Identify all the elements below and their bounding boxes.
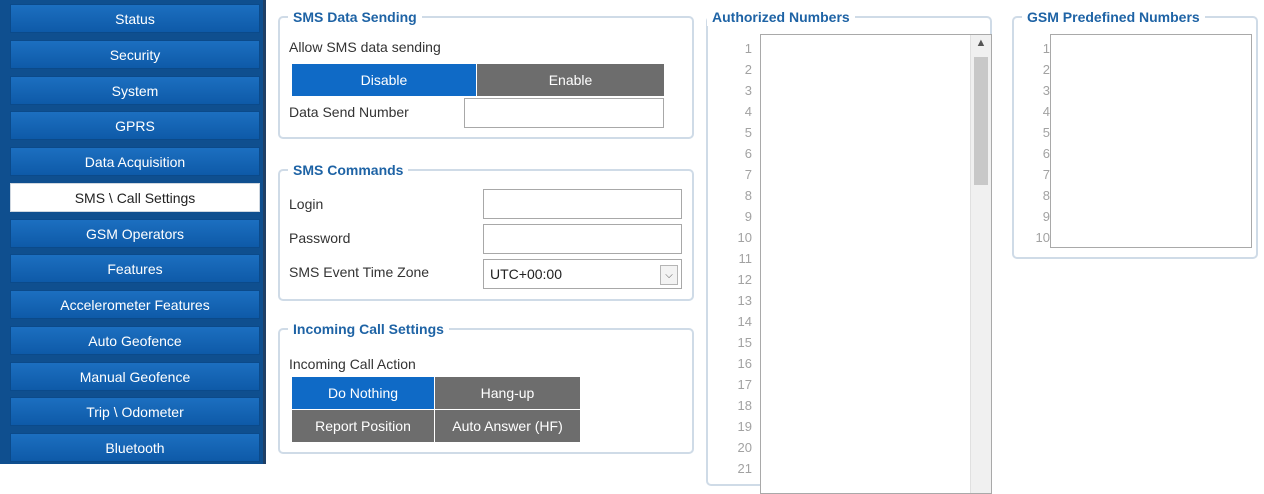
line-number: 2 xyxy=(1042,62,1050,77)
sidebar-item-gprs[interactable]: GPRS xyxy=(10,111,260,140)
disable-button[interactable]: Disable xyxy=(292,64,476,96)
line-number: 10 xyxy=(737,230,752,245)
line-number: 2 xyxy=(744,62,752,77)
authorized-scrollbar[interactable]: ▲ xyxy=(970,35,991,493)
login-label: Login xyxy=(289,196,324,212)
timezone-label: SMS Event Time Zone xyxy=(289,264,430,280)
line-number: 10 xyxy=(1035,230,1050,245)
allow-sms-label: Allow SMS data sending xyxy=(289,39,441,55)
line-number: 8 xyxy=(1042,188,1050,203)
line-number: 18 xyxy=(737,398,752,413)
data-send-number-input[interactable] xyxy=(464,98,664,128)
line-number: 4 xyxy=(1042,104,1050,119)
sidebar-item-security[interactable]: Security xyxy=(10,40,260,69)
auto-answer-button[interactable]: Auto Answer (HF) xyxy=(435,410,580,442)
login-input[interactable] xyxy=(483,189,682,219)
line-number: 8 xyxy=(744,188,752,203)
line-number: 7 xyxy=(744,167,752,182)
scroll-thumb[interactable] xyxy=(974,57,988,185)
sidebar-item-data-acquisition[interactable]: Data Acquisition xyxy=(10,147,260,176)
timezone-select[interactable]: UTC+00:00 ⌵ xyxy=(483,259,682,289)
report-position-button[interactable]: Report Position xyxy=(292,410,434,442)
line-number: 9 xyxy=(1042,209,1050,224)
password-input[interactable] xyxy=(483,224,682,254)
authorized-numbers-title: Authorized Numbers xyxy=(707,8,855,26)
line-number: 20 xyxy=(737,440,752,455)
gsm-predefined-title: GSM Predefined Numbers xyxy=(1022,8,1205,26)
sidebar-item-accelerometer-features[interactable]: Accelerometer Features xyxy=(10,290,260,319)
gsm-predefined-group: GSM Predefined Numbers 1 2 3 4 5 6 7 8 9 10 xyxy=(1012,8,1258,259)
sms-commands-title: SMS Commands xyxy=(288,161,409,179)
line-number: 11 xyxy=(738,251,753,266)
sidebar-item-status[interactable]: Status xyxy=(10,4,260,33)
line-number: 5 xyxy=(744,125,752,140)
chevron-up-icon[interactable]: ▲ xyxy=(971,37,991,55)
line-number: 4 xyxy=(744,104,752,119)
sidebar-item-system[interactable]: System xyxy=(10,76,260,105)
line-number: 16 xyxy=(737,356,752,371)
sidebar-item-manual-geofence[interactable]: Manual Geofence xyxy=(10,362,260,391)
incoming-call-group: Incoming Call Settings Incoming Call Act… xyxy=(278,320,694,454)
sidebar: Status Security System GPRS Data Acquisi… xyxy=(0,0,266,464)
password-label: Password xyxy=(289,230,351,246)
sidebar-item-bluetooth[interactable]: Bluetooth xyxy=(10,433,260,462)
sidebar-item-auto-geofence[interactable]: Auto Geofence xyxy=(10,326,260,355)
line-number: 15 xyxy=(737,335,752,350)
line-number: 19 xyxy=(737,419,752,434)
line-number: 3 xyxy=(1042,83,1050,98)
line-number: 6 xyxy=(1042,146,1050,161)
line-number: 7 xyxy=(1042,167,1050,182)
authorized-numbers-list[interactable]: ▲ xyxy=(760,34,992,494)
timezone-value: UTC+00:00 xyxy=(490,266,562,282)
line-number: 14 xyxy=(737,314,752,329)
line-number: 1 xyxy=(744,41,752,56)
sms-data-sending-title: SMS Data Sending xyxy=(288,8,422,26)
line-number: 9 xyxy=(744,209,752,224)
sms-commands-group: SMS Commands Login Password SMS Event Ti… xyxy=(278,161,694,301)
line-number: 17 xyxy=(737,377,752,392)
line-number: 6 xyxy=(744,146,752,161)
authorized-line-numbers: 1 2 3 4 5 6 7 8 9 10 11 12 13 14 15 16 17 18 19 20 21 xyxy=(722,38,752,479)
authorized-numbers-group: Authorized Numbers 1 2 3 4 5 6 7 8 9 10 11 12 13 14 15… xyxy=(706,8,992,494)
sidebar-item-features[interactable]: Features xyxy=(10,254,260,283)
line-number: 13 xyxy=(737,293,752,308)
line-number: 1 xyxy=(1042,41,1050,56)
sidebar-item-sms-call-settings[interactable]: SMS \ Call Settings xyxy=(10,183,260,212)
line-number: 3 xyxy=(744,83,752,98)
line-number: 5 xyxy=(1042,125,1050,140)
sidebar-item-trip-odometer[interactable]: Trip \ Odometer xyxy=(10,397,260,426)
enable-button[interactable]: Enable xyxy=(477,64,664,96)
gsm-predefined-list[interactable] xyxy=(1050,34,1252,248)
hang-up-button[interactable]: Hang-up xyxy=(435,377,580,409)
incoming-call-title: Incoming Call Settings xyxy=(288,320,449,338)
chevron-down-icon[interactable]: ⌵ xyxy=(660,265,678,285)
sms-data-sending-group: SMS Data Sending Allow SMS data sending … xyxy=(278,8,694,139)
gsm-line-numbers: 1 2 3 4 5 6 7 8 9 10 xyxy=(1020,38,1050,248)
do-nothing-button[interactable]: Do Nothing xyxy=(292,377,434,409)
sidebar-item-gsm-operators[interactable]: GSM Operators xyxy=(10,219,260,248)
line-number: 21 xyxy=(737,461,752,476)
sidebar-divider xyxy=(263,0,266,464)
incoming-call-action-label: Incoming Call Action xyxy=(289,356,416,372)
data-send-number-label: Data Send Number xyxy=(289,104,409,120)
line-number: 12 xyxy=(737,272,752,287)
